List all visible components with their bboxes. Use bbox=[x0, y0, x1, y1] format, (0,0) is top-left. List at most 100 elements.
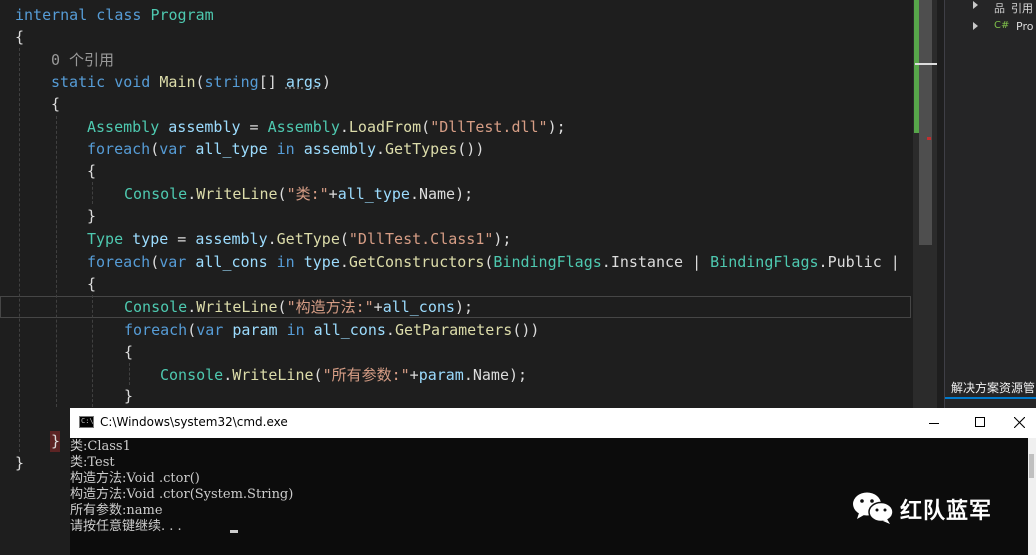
parameter: args bbox=[285, 73, 322, 91]
keyword: in bbox=[286, 321, 305, 339]
dot: . bbox=[463, 366, 473, 384]
paren: ()) bbox=[457, 140, 485, 158]
code-line[interactable]: } bbox=[51, 430, 60, 452]
variable: type bbox=[132, 230, 169, 248]
string-literal: "DllTest.Class1" bbox=[348, 230, 494, 248]
string-literal: "构造方法:" bbox=[286, 298, 374, 316]
code-line[interactable]: } bbox=[124, 385, 133, 407]
dot: . bbox=[223, 366, 233, 384]
watermark-text: 红队蓝军 bbox=[900, 499, 993, 524]
dot: . bbox=[187, 298, 197, 316]
dot: . bbox=[376, 140, 386, 158]
paren: ); bbox=[493, 230, 512, 248]
console-cursor bbox=[230, 530, 238, 533]
code-line[interactable]: { bbox=[124, 341, 133, 363]
variable: assembly bbox=[168, 118, 241, 136]
codelens-references[interactable]: 0 个引用 bbox=[51, 49, 114, 71]
variable: all_cons bbox=[313, 321, 386, 339]
code-line[interactable]: { bbox=[51, 93, 60, 115]
paren: ); bbox=[454, 298, 473, 316]
console-line: 类:Test bbox=[70, 455, 115, 470]
type: Console bbox=[124, 298, 188, 316]
code-line[interactable]: { bbox=[87, 160, 96, 182]
change-indicator-bar bbox=[914, 0, 919, 133]
paren: ( bbox=[277, 298, 287, 316]
enum-type: BindingFlags bbox=[493, 253, 602, 271]
scrollbar-thumb[interactable] bbox=[919, 0, 932, 245]
code-line-current[interactable]: Console.WriteLine("构造方法:"+all_cons); bbox=[124, 296, 473, 318]
code-line[interactable]: { bbox=[15, 26, 24, 48]
dot: . bbox=[339, 253, 349, 271]
keyword: static bbox=[51, 73, 106, 91]
type: Console bbox=[160, 366, 224, 384]
dot: . bbox=[339, 118, 349, 136]
property: Name bbox=[472, 366, 509, 384]
maximize-button[interactable] bbox=[957, 408, 1003, 438]
paren: ) bbox=[321, 73, 331, 91]
type: Console bbox=[124, 185, 188, 203]
minimize-button[interactable] bbox=[911, 408, 957, 438]
paren: ( bbox=[187, 321, 197, 339]
code-line[interactable]: static void Main(string[] args) bbox=[51, 71, 331, 93]
variable: assembly bbox=[303, 140, 376, 158]
code-line[interactable]: foreach(var all_type in assembly.GetType… bbox=[87, 138, 484, 160]
method-name: GetParameters bbox=[394, 321, 513, 339]
variable: assembly bbox=[195, 230, 268, 248]
brace: { bbox=[51, 95, 61, 113]
code-line[interactable]: internal class Program bbox=[15, 4, 214, 26]
code-line[interactable]: Type type = assembly.GetType("DllTest.Cl… bbox=[87, 228, 511, 250]
expand-arrow-icon[interactable] bbox=[973, 1, 978, 9]
code-line[interactable]: foreach(var param in all_cons.GetParamet… bbox=[124, 319, 539, 341]
method-name: WriteLine bbox=[196, 185, 278, 203]
error-marker bbox=[927, 137, 931, 140]
enum-member: Public bbox=[827, 253, 882, 271]
enum-member: Instance bbox=[610, 253, 684, 271]
variable: all_type bbox=[195, 140, 268, 158]
console-scrollbar-thumb[interactable] bbox=[1029, 454, 1034, 478]
code-line[interactable]: Console.WriteLine("所有参数:"+param.Name); bbox=[160, 364, 527, 386]
indent-guide bbox=[92, 182, 93, 204]
brackets: [] bbox=[258, 73, 286, 91]
keyword: class bbox=[96, 6, 142, 24]
method-name: WriteLine bbox=[196, 298, 278, 316]
csharp-file-icon: C# bbox=[994, 20, 1010, 31]
close-button[interactable] bbox=[1003, 408, 1036, 438]
operator: + bbox=[328, 185, 338, 203]
paren: ( bbox=[277, 185, 287, 203]
cmd-window[interactable]: C:\ C:\Windows\system32\cmd.exe 类:Class1… bbox=[70, 408, 1036, 555]
class-name: Program bbox=[150, 6, 214, 24]
indent-guide bbox=[19, 48, 20, 452]
paren: ( bbox=[313, 366, 323, 384]
code-line[interactable]: } bbox=[15, 452, 24, 474]
code-line[interactable]: Console.WriteLine("类:"+all_type.Name); bbox=[124, 183, 473, 205]
method-name: Main bbox=[159, 73, 196, 91]
dot: . bbox=[818, 253, 828, 271]
code-line[interactable]: foreach(var all_cons in type.GetConstruc… bbox=[87, 251, 900, 273]
operator: + bbox=[373, 298, 383, 316]
operator: | bbox=[881, 253, 900, 271]
keyword: var bbox=[159, 253, 187, 271]
paren: ); bbox=[547, 118, 566, 136]
console-scrollbar[interactable] bbox=[1028, 438, 1036, 555]
solution-explorer-tab[interactable]: 解决方案资源管 bbox=[951, 379, 1035, 396]
indent-guide bbox=[56, 116, 57, 407]
dot: . bbox=[267, 230, 277, 248]
brace: } bbox=[124, 387, 134, 405]
active-tab-underline bbox=[945, 397, 1036, 399]
code-line[interactable]: } bbox=[87, 205, 96, 227]
indent-guide bbox=[129, 363, 130, 385]
code-line[interactable]: Assembly assembly = Assembly.LoadFrom("D… bbox=[87, 116, 566, 138]
variable: param bbox=[232, 321, 278, 339]
keyword: in bbox=[276, 253, 295, 271]
maximize-icon bbox=[975, 417, 985, 427]
paren: ( bbox=[421, 118, 431, 136]
property: Name bbox=[418, 185, 456, 203]
expand-arrow-icon[interactable] bbox=[973, 22, 978, 30]
code-line[interactable]: { bbox=[87, 273, 96, 295]
cmd-title-bar[interactable]: C:\ C:\Windows\system32\cmd.exe bbox=[70, 408, 1036, 438]
brace: } bbox=[51, 432, 61, 450]
tree-item-references[interactable]: 引用 bbox=[1011, 0, 1033, 16]
tree-item-program[interactable]: Pro bbox=[1016, 20, 1033, 33]
keyword: foreach bbox=[87, 140, 151, 158]
variable: all_cons bbox=[382, 298, 455, 316]
